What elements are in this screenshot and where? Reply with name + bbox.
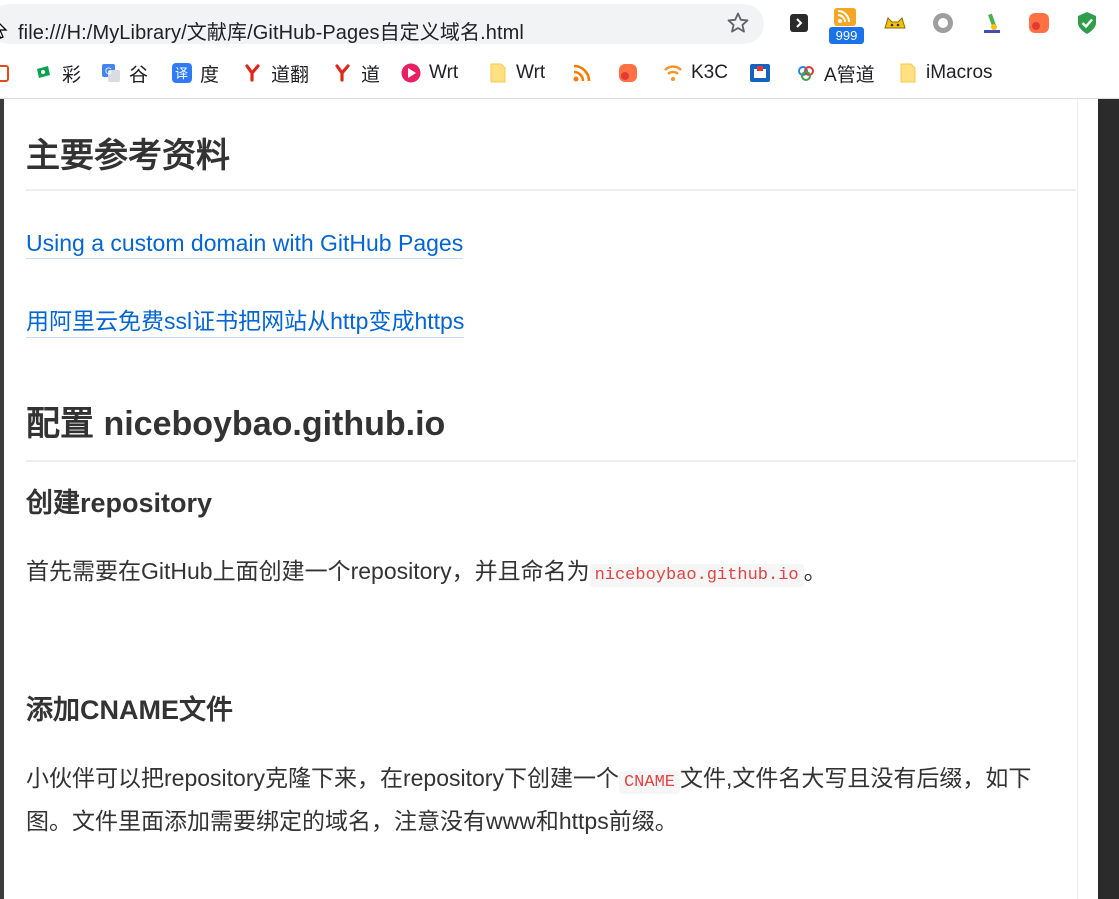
url-text[interactable]: file:///H:/MyLibrary/文献库/GitHub-Pages自定义… <box>18 16 524 45</box>
bookmark-item-8[interactable] <box>618 60 646 86</box>
bookmark-label: Wrt <box>429 62 459 83</box>
inline-code: CNAME <box>618 771 680 794</box>
bookmark-partial-icon <box>0 65 9 82</box>
mouse-cursor-icon <box>0 23 8 39</box>
bookmark-label: A管道 <box>824 64 875 86</box>
bookmark-item-1[interactable]: G 谷 <box>101 60 148 86</box>
bookmark-item-4[interactable]: 道 <box>333 60 380 86</box>
svg-text:G: G <box>105 66 112 76</box>
pipeline-icon <box>798 66 814 81</box>
rss-unread-badge: 999 <box>829 27 864 44</box>
orange-bubble-icon[interactable] <box>1026 10 1052 36</box>
paragraph-cname: 小伙伴可以把repository克隆下来，在repository下创建一个 CNA… <box>26 765 1032 834</box>
bookmark-item-11[interactable]: A管道 <box>796 60 875 86</box>
bookmark-star-icon[interactable] <box>726 11 750 35</box>
bookmark-partial[interactable] <box>0 60 20 86</box>
bookmark-item-9[interactable]: K3C <box>663 60 728 86</box>
google-translate-icon: G <box>102 64 120 82</box>
bookmark-item-7[interactable] <box>572 60 600 86</box>
bookmark-label: 道翻 <box>271 64 310 86</box>
bookmark-item-6[interactable]: Wrt <box>488 60 545 86</box>
bookmark-label: 彩 <box>62 64 82 86</box>
bookmarks-bar: 彩 G 谷 译 度 道翻 道 Wrt Wrt K3C A管道 iMacros <box>0 48 1119 99</box>
folder-icon <box>490 63 506 83</box>
baidu-translate-icon: 译 <box>172 63 192 83</box>
bookmark-label: K3C <box>691 62 728 83</box>
tampermonkey-cat-icon[interactable] <box>882 10 908 36</box>
article-content: 主要参考资料 Using a custom domain with GitHub… <box>4 99 1078 899</box>
section-title-config: 配置 niceboybao.github.io <box>26 405 446 443</box>
folder-icon <box>900 63 916 83</box>
browser-toolbar: file:///H:/MyLibrary/文献库/GitHub-Pages自定义… <box>0 0 1119 48</box>
reference-link[interactable]: Using a custom domain with GitHub Pages <box>26 230 464 259</box>
bookmark-item-2[interactable]: 译 度 <box>172 60 219 86</box>
bookmark-item-5[interactable]: Wrt <box>401 60 458 86</box>
paragraph-create-repo: 首先需要在GitHub上面创建一个repository，并且命名为 niceboy… <box>26 558 827 587</box>
youdao-icon <box>335 64 350 82</box>
section-divider <box>26 189 1076 191</box>
scrollbar-track[interactable] <box>1098 99 1119 899</box>
lottery-icon <box>37 66 50 78</box>
extension-black-icon[interactable] <box>786 10 812 36</box>
section-divider <box>26 460 1076 462</box>
circle-extension-icon[interactable] <box>930 10 956 36</box>
section-title-references: 主要参考资料 <box>26 137 230 175</box>
bookmark-label: iMacros <box>926 62 993 83</box>
bubble-icon <box>619 64 637 82</box>
bookmark-label: 道 <box>361 64 381 86</box>
bookmark-label: 谷 <box>129 64 149 86</box>
shield-check-icon[interactable] <box>1074 10 1100 36</box>
bookmark-label: Wrt <box>516 62 546 83</box>
bookmark-item-0[interactable]: 彩 <box>34 60 81 86</box>
bookmark-item-10[interactable] <box>750 60 778 86</box>
rss-icon <box>573 64 591 82</box>
address-bar[interactable]: file:///H:/MyLibrary/文献库/GitHub-Pages自定义… <box>0 4 764 44</box>
inline-code: niceboybao.github.io <box>589 564 804 587</box>
bookmark-item-12[interactable]: iMacros <box>898 60 993 86</box>
wifi-icon <box>664 65 682 81</box>
subsection-title-cname: 添加CNAME文件 <box>26 695 233 725</box>
app-icon <box>750 64 770 82</box>
bookmark-label: 度 <box>200 64 220 86</box>
youdao-icon <box>245 64 260 82</box>
wrt-icon <box>401 63 421 83</box>
reference-link[interactable]: 用阿里云免费ssl证书把网站从http变成https <box>26 302 465 338</box>
bookmark-item-3[interactable]: 道翻 <box>243 60 309 86</box>
subsection-title-create-repo: 创建repository <box>26 488 213 518</box>
microscope-icon[interactable] <box>979 10 1005 36</box>
svg-text:译: 译 <box>175 67 188 82</box>
